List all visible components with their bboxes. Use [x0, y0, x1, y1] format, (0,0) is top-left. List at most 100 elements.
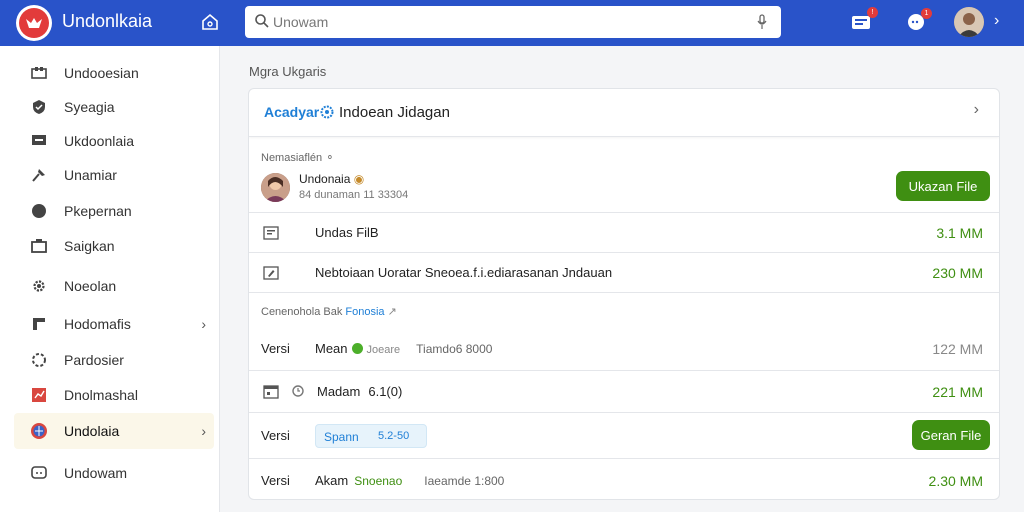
sidebar-item-label: Hodomafis: [64, 316, 131, 332]
hammer-icon: [30, 166, 48, 184]
home-icon[interactable]: [200, 12, 220, 32]
sidebar-item-label: Saigkan: [64, 238, 115, 254]
version-name: Akam Snoenao Iaeamde 1:800: [315, 473, 505, 488]
version-group-label: Cenenohola Bak Fonosia ↗: [261, 306, 397, 318]
owner-row: Undonaia ◉ 84 dunaman 11 33304 Ukazan Fi…: [249, 167, 999, 213]
sidebar-item-1[interactable]: Undooesian: [14, 55, 214, 91]
file-name: Nebtoiaan Uoratar Sneoea.f.i.ediarasanan…: [315, 265, 613, 280]
owner-group-label: Nemasiaflén ⚬: [261, 152, 335, 164]
version-label: Versi: [261, 473, 290, 488]
gear-badge-icon: [320, 105, 334, 119]
notifications-button[interactable]: !: [850, 7, 878, 33]
file-name: Undas FilB: [315, 225, 379, 240]
sidebar-item-label: Noeolan: [64, 278, 117, 294]
version-name: Mean Joeare Tiamdo6 8000: [315, 341, 493, 356]
file-size: 3.1 MM: [936, 225, 983, 241]
sidebar-item-label: Unamiar: [64, 167, 117, 183]
notifications-badge: !: [867, 7, 878, 18]
generate-file-button[interactable]: Geran File: [912, 420, 990, 450]
spinner-icon: [30, 351, 48, 369]
chat-button[interactable]: 1: [906, 8, 932, 32]
sidebar-item-label: Ukdoonlaia: [64, 133, 135, 149]
chart-icon: [30, 386, 48, 404]
sidebar-item-7[interactable]: Noeolan: [14, 268, 214, 304]
link-arrow-icon: ↗: [387, 306, 397, 318]
chevron-right-icon[interactable]: ›: [994, 12, 999, 30]
card-title: Indoean Jidagan: [339, 104, 450, 121]
pill-name: Spann: [324, 430, 359, 444]
circle-icon: [30, 202, 48, 220]
search-icon: [254, 13, 270, 32]
sidebar-item-2[interactable]: Syeagia: [14, 89, 214, 125]
version-tag-pill[interactable]: Spann 5.2-50: [315, 424, 427, 448]
owner-meta: 84 dunaman 11 33304: [299, 189, 409, 201]
upload-file-button[interactable]: Ukazan File: [896, 171, 990, 201]
user-avatar[interactable]: [954, 7, 984, 37]
flag-icon: [30, 315, 48, 333]
version-size: 122 MM: [932, 341, 983, 357]
tag-icon: ⚬: [325, 152, 335, 164]
sidebar: Undooesian Syeagia Ukdoonlaia Unamiar Pk…: [0, 46, 220, 512]
sidebar-item-5[interactable]: Pkepernan: [14, 193, 214, 229]
section-title: Mgra Ukgaris: [249, 64, 327, 79]
camera-icon: [30, 237, 48, 255]
app-title: Undonlkaia: [62, 11, 153, 31]
sidebar-item-9[interactable]: Pardosier: [14, 342, 214, 378]
version-row-3[interactable]: Versi Spann 5.2-50 Geran File: [249, 413, 999, 459]
pill-version: 5.2-50: [378, 430, 410, 442]
shield-icon: [30, 98, 48, 116]
file-row-1[interactable]: Undas FilB 3.1 MM: [249, 213, 999, 253]
owner-name: Undonaia ◉: [299, 172, 365, 186]
status-dot-icon: [351, 343, 363, 354]
gear-icon: [30, 277, 48, 295]
version-row-4[interactable]: Versi Akam Snoenao Iaeamde 1:800 2.30 MM: [249, 459, 999, 499]
sidebar-item-label: Undooesian: [64, 65, 139, 81]
sidebar-item-12[interactable]: Undowam: [14, 455, 214, 491]
file-size: 230 MM: [932, 265, 983, 281]
search-input[interactable]: [273, 6, 753, 38]
globe-icon: [30, 422, 48, 440]
card-header[interactable]: Acadyar Indoean Jidagan ›: [249, 89, 999, 137]
sidebar-item-label: Undowam: [64, 465, 128, 481]
version-label: Versi: [261, 341, 290, 356]
sidebar-item-8[interactable]: Hodomafis ›: [14, 306, 214, 342]
sidebar-item-11[interactable]: Undolaia ›: [14, 413, 214, 449]
version-size: 2.30 MM: [928, 473, 983, 489]
owner-avatar[interactable]: [261, 173, 290, 202]
chat-badge: 1: [921, 8, 932, 19]
version-name: Madam 6.1(0): [317, 384, 403, 399]
sidebar-item-3[interactable]: Ukdoonlaia: [14, 123, 214, 159]
sidebar-item-10[interactable]: Dnolmashal: [14, 377, 214, 413]
chevron-right-icon: ›: [201, 423, 206, 439]
chevron-right-icon: ›: [201, 316, 206, 332]
calendar-icon: [263, 384, 279, 400]
sidebar-item-label: Undolaia: [64, 423, 120, 439]
version-group-link[interactable]: Fonosia: [345, 306, 384, 318]
version-label: Versi: [261, 428, 290, 443]
edit-file-icon: [263, 265, 279, 281]
verified-icon: ◉: [353, 172, 365, 186]
document-icon: [263, 225, 279, 241]
library-icon: [30, 64, 48, 82]
version-row-2[interactable]: Madam 6.1(0) 221 MM: [249, 371, 999, 413]
monitor-icon: [30, 132, 48, 150]
app-logo[interactable]: [16, 5, 52, 41]
file-row-2[interactable]: Nebtoiaan Uoratar Sneoea.f.i.ediarasanan…: [249, 253, 999, 293]
clock-icon: [291, 384, 307, 400]
sidebar-item-4[interactable]: Unamiar: [14, 157, 214, 193]
microphone-icon[interactable]: [757, 14, 767, 33]
search-box[interactable]: [245, 6, 781, 38]
sidebar-item-label: Pkepernan: [64, 203, 132, 219]
chat-icon: [30, 464, 48, 482]
top-bar: Undonlkaia ! 1 ›: [0, 0, 1024, 46]
logo-bird-icon: [26, 18, 42, 28]
sidebar-item-label: Dnolmashal: [64, 387, 138, 403]
sidebar-item-label: Syeagia: [64, 99, 115, 115]
chevron-right-icon[interactable]: ›: [974, 101, 979, 119]
version-size: 221 MM: [932, 384, 983, 400]
sidebar-item-label: Pardosier: [64, 352, 124, 368]
file-card: Acadyar Indoean Jidagan › Nemasiaflén ⚬ …: [248, 88, 1000, 500]
version-row-1[interactable]: Versi Mean Joeare Tiamdo6 8000 122 MM: [249, 327, 999, 371]
sidebar-item-6[interactable]: Saigkan: [14, 228, 214, 264]
brand-label: Acadyar: [264, 104, 334, 120]
